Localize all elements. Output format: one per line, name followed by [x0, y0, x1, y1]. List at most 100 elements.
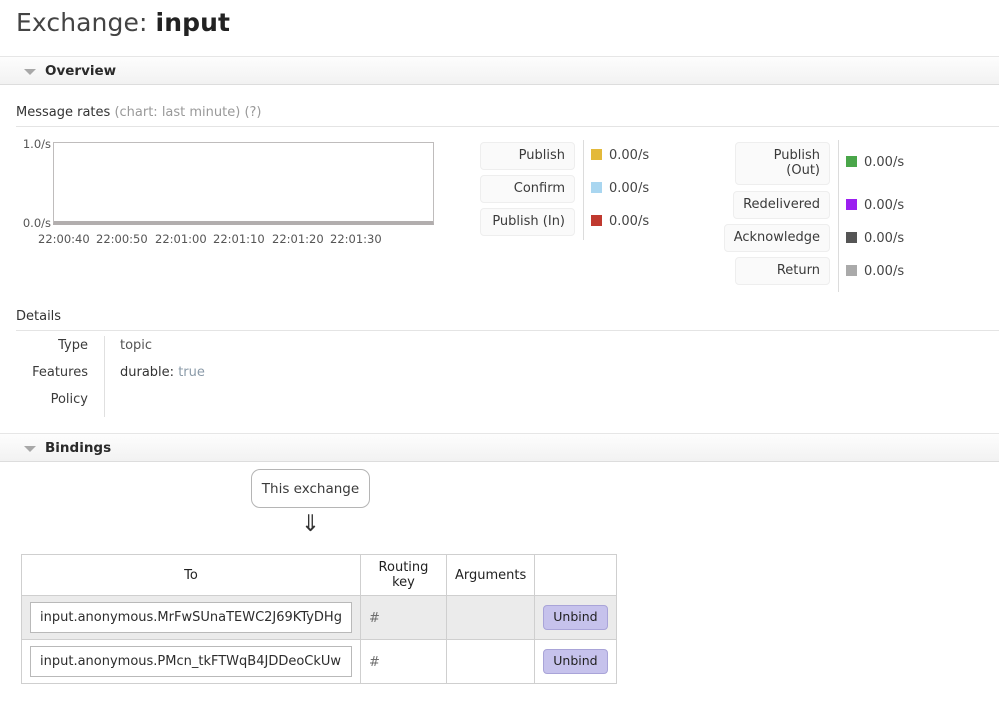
section-label-overview: Overview — [45, 63, 116, 79]
chart-y-tick-max: 1.0/s — [23, 137, 51, 151]
legend-button-redelivered[interactable]: Redelivered — [733, 191, 830, 219]
binding-routing-key-cell: # — [360, 640, 446, 684]
section-header-overview[interactable]: Overview — [0, 56, 999, 85]
section-label-bindings: Bindings — [45, 440, 111, 456]
binding-arguments-cell — [446, 596, 534, 640]
legend-rate-publish-out: 0.00/s — [864, 155, 904, 170]
double-down-arrow-icon: ⇓ — [251, 512, 370, 536]
detail-row-policy: Policy — [16, 390, 516, 417]
detail-value-type: topic — [120, 338, 152, 353]
table-row: input.anonymous.MrFwSUnaTEWC2J69KTyDHg #… — [22, 596, 617, 640]
legend-swatch-publish-out — [846, 156, 857, 167]
binding-action-cell: Unbind — [535, 596, 616, 640]
binding-routing-key-cell: # — [360, 596, 446, 640]
feature-key: durable: — [120, 365, 174, 380]
detail-row-features: Features durable: true — [16, 363, 516, 390]
detail-divider — [104, 363, 105, 390]
legend-button-return[interactable]: Return — [735, 257, 830, 285]
legend-values-right: 0.00/s 0.00/s 0.00/s 0.00/s — [846, 155, 904, 297]
chart-x-tick: 22:01:10 — [213, 232, 265, 246]
legend-rate-redelivered: 0.00/s — [864, 198, 904, 213]
table-row: input.anonymous.PMcn_tkFTWqB4JDDeoCkUw #… — [22, 640, 617, 684]
legend-swatch-acknowledge — [846, 232, 857, 243]
detail-value-features: durable: true — [120, 365, 205, 380]
queue-link[interactable]: input.anonymous.PMcn_tkFTWqB4JDDeoCkUw — [30, 646, 352, 677]
legend-row: Acknowledge — [735, 224, 830, 257]
legend-row: Publish (Out) — [735, 142, 830, 182]
details-rule — [16, 330, 999, 331]
legend-swatch-redelivered — [846, 199, 857, 210]
message-rates-rule — [16, 126, 999, 127]
detail-key: Policy — [16, 392, 88, 407]
legend-row: Publish — [481, 142, 575, 175]
legend-value-publish-out: 0.00/s — [846, 155, 904, 198]
legend-row: Publish (In) — [481, 208, 575, 241]
binding-action-cell: Unbind — [535, 640, 616, 684]
chart-plot-area — [53, 142, 434, 225]
exchange-detail-page: Exchange: input Overview Message rates (… — [0, 0, 999, 712]
triangle-down-icon[interactable] — [24, 446, 36, 452]
message-rates-chart: 1.0/s 0.0/s 22:00:40 22:00:50 22:01:00 2… — [16, 134, 456, 249]
legend-swatch-confirm — [591, 182, 602, 193]
legend-rate-publish: 0.00/s — [609, 148, 649, 163]
legend-button-publish-out[interactable]: Publish (Out) — [735, 142, 830, 185]
chart-x-tick: 22:01:00 — [155, 232, 207, 246]
binding-to-cell: input.anonymous.PMcn_tkFTWqB4JDDeoCkUw — [22, 640, 361, 684]
legend-row: Redelivered — [735, 191, 830, 224]
page-title: Exchange: input — [16, 8, 230, 37]
legend-rate-return: 0.00/s — [864, 264, 904, 279]
chart-x-axis: 22:00:40 22:00:50 22:01:00 22:01:10 22:0… — [16, 232, 456, 248]
legend-button-acknowledge[interactable]: Acknowledge — [724, 224, 830, 252]
legend-buttons-left: Publish Confirm Publish (In) — [481, 142, 575, 241]
legend-values-left: 0.00/s 0.00/s 0.00/s — [591, 148, 649, 247]
message-rates-label: Message rates (chart: last minute) (?) — [16, 105, 262, 120]
message-rates-title: Message rates — [16, 105, 110, 120]
unbind-button[interactable]: Unbind — [543, 649, 607, 674]
legend-rate-acknowledge: 0.00/s — [864, 231, 904, 246]
legend-buttons-right: Publish (Out) Redelivered Acknowledge Re… — [735, 142, 830, 290]
routing-key-value: # — [369, 610, 438, 626]
legend-divider-right — [838, 140, 839, 292]
legend-value-return: 0.00/s — [846, 264, 904, 297]
details-list: Type topic Features durable: true Policy — [16, 336, 516, 417]
legend-row: Return — [735, 257, 830, 290]
detail-row-type: Type topic — [16, 336, 516, 363]
column-header-actions — [535, 555, 616, 596]
legend-value-acknowledge: 0.00/s — [846, 231, 904, 264]
this-exchange-node[interactable]: This exchange — [251, 469, 370, 508]
column-header-routing-key: Routing key — [360, 555, 446, 596]
binding-arguments-cell — [446, 640, 534, 684]
table-header-row: To Routing key Arguments — [22, 555, 617, 596]
feature-value: true — [178, 365, 205, 380]
column-header-arguments: Arguments — [446, 555, 534, 596]
legend-button-publish[interactable]: Publish — [480, 142, 575, 170]
legend-rate-publish-in: 0.00/s — [609, 214, 649, 229]
chart-x-tick: 22:00:50 — [96, 232, 148, 246]
queue-link[interactable]: input.anonymous.MrFwSUnaTEWC2J69KTyDHg — [30, 602, 352, 633]
section-header-bindings[interactable]: Bindings — [0, 433, 999, 462]
unbind-button[interactable]: Unbind — [543, 605, 607, 630]
legend-value-confirm: 0.00/s — [591, 181, 649, 214]
legend-rate-confirm: 0.00/s — [609, 181, 649, 196]
legend-value-publish: 0.00/s — [591, 148, 649, 181]
detail-divider — [104, 336, 105, 363]
routing-key-value: # — [369, 654, 438, 670]
legend-value-publish-in: 0.00/s — [591, 214, 649, 247]
legend-button-publish-in[interactable]: Publish (In) — [480, 208, 575, 236]
legend-swatch-publish-in — [591, 215, 602, 226]
message-rates-note: (chart: last minute) (?) — [114, 105, 261, 120]
legend-button-confirm[interactable]: Confirm — [480, 175, 575, 203]
detail-key: Features — [16, 365, 88, 380]
chart-x-tick: 22:01:30 — [330, 232, 382, 246]
details-label: Details — [16, 309, 61, 324]
legend-divider-left — [583, 140, 584, 240]
triangle-down-icon[interactable] — [24, 69, 36, 75]
chart-x-tick: 22:00:40 — [38, 232, 90, 246]
column-header-to: To — [22, 555, 361, 596]
bindings-table: To Routing key Arguments input.anonymous… — [21, 554, 617, 684]
chart-x-tick: 22:01:20 — [272, 232, 324, 246]
chart-y-tick-min: 0.0/s — [23, 216, 51, 230]
page-title-name: input — [156, 8, 231, 37]
page-title-prefix: Exchange: — [16, 8, 147, 37]
detail-key: Type — [16, 338, 88, 353]
